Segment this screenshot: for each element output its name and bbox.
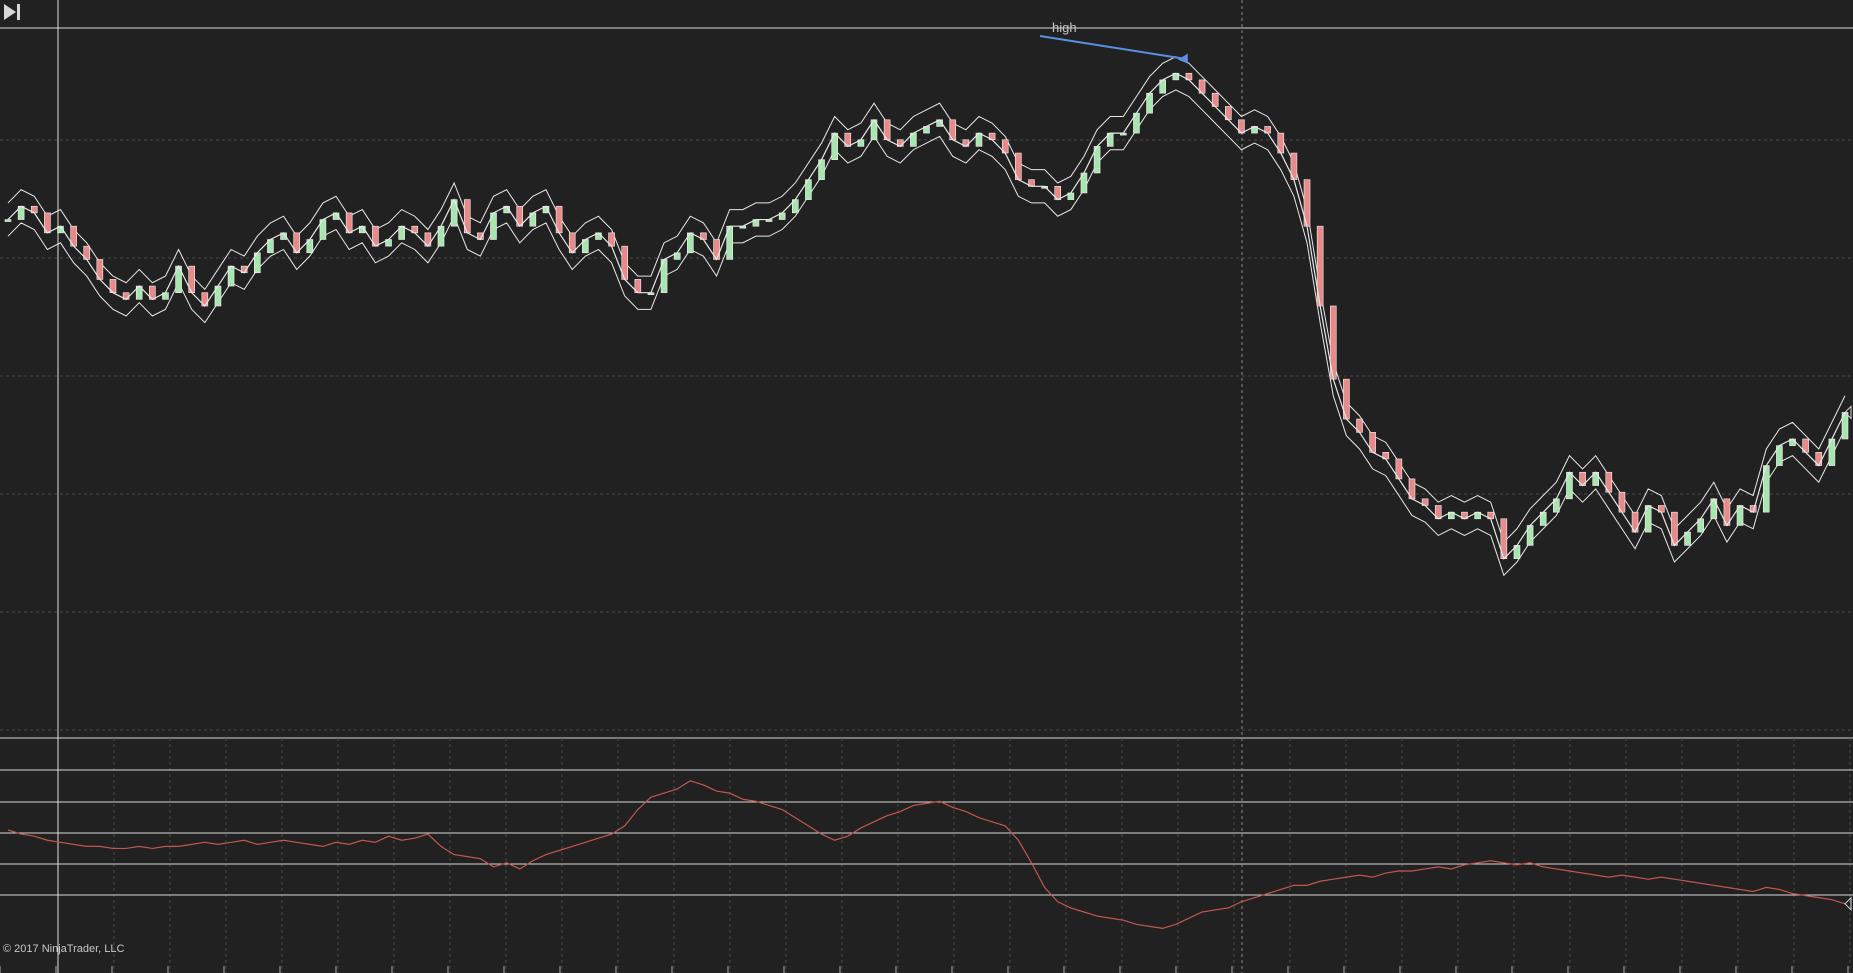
price-candle bbox=[4, 219, 12, 222]
lower-channel-line bbox=[7, 89, 1846, 577]
chart-area[interactable]: high © 2017 NinjaTrader, LLC bbox=[0, 0, 1853, 973]
high-annotation-label: high bbox=[1052, 20, 1077, 35]
indicator-series-line bbox=[7, 780, 1846, 930]
copyright-text: © 2017 NinjaTrader, LLC bbox=[3, 943, 125, 955]
high-annotation-arrow bbox=[1039, 35, 1184, 60]
price-panel[interactable] bbox=[0, 0, 1853, 740]
skip-to-end-icon[interactable] bbox=[0, 0, 24, 24]
indicator-panel[interactable] bbox=[0, 738, 1853, 973]
